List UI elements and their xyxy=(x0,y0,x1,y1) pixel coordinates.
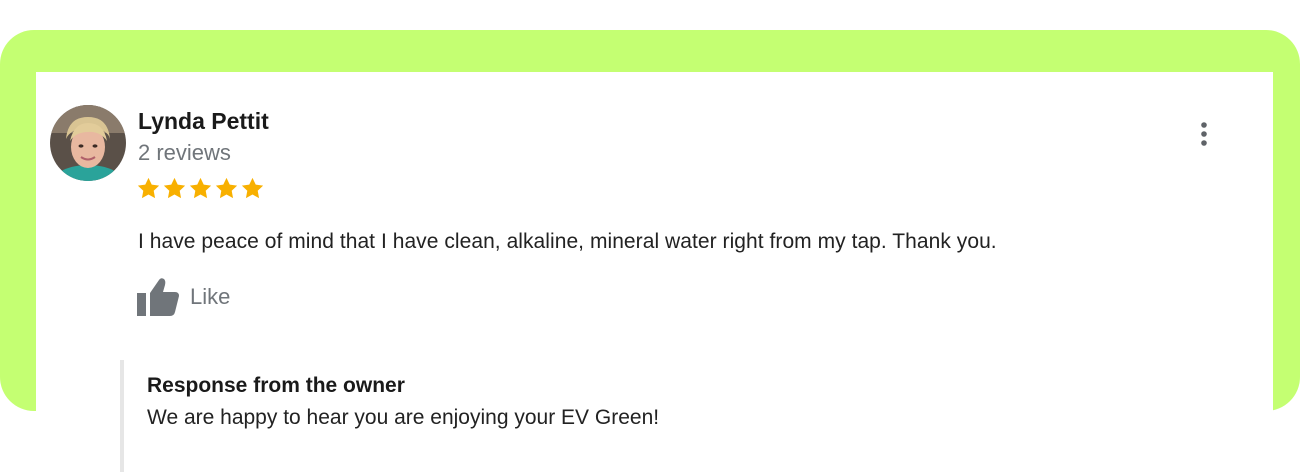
thumbs-up-icon xyxy=(137,278,179,316)
like-label: Like xyxy=(190,284,231,309)
star-icon xyxy=(215,177,238,199)
star-icon xyxy=(137,177,160,199)
star-icon xyxy=(189,177,212,199)
reviewer-name[interactable]: Lynda Pettit xyxy=(138,108,269,135)
star-rating xyxy=(136,176,265,201)
more-options-button[interactable] xyxy=(1196,120,1212,152)
star-icon xyxy=(241,177,264,199)
like-button[interactable]: Like xyxy=(136,277,230,317)
avatar[interactable] xyxy=(50,105,126,181)
owner-response-text: We are happy to hear you are enjoying yo… xyxy=(147,406,660,429)
owner-response-title: Response from the owner xyxy=(147,374,405,397)
review-card: Lynda Pettit 2 reviews I have peace of m… xyxy=(36,72,1273,472)
owner-response: Response from the owner We are happy to … xyxy=(120,360,1024,472)
review-text: I have peace of mind that I have clean, … xyxy=(138,230,997,253)
star-icon xyxy=(163,177,186,199)
review-count[interactable]: 2 reviews xyxy=(138,140,231,166)
more-vert-icon xyxy=(1201,122,1207,146)
